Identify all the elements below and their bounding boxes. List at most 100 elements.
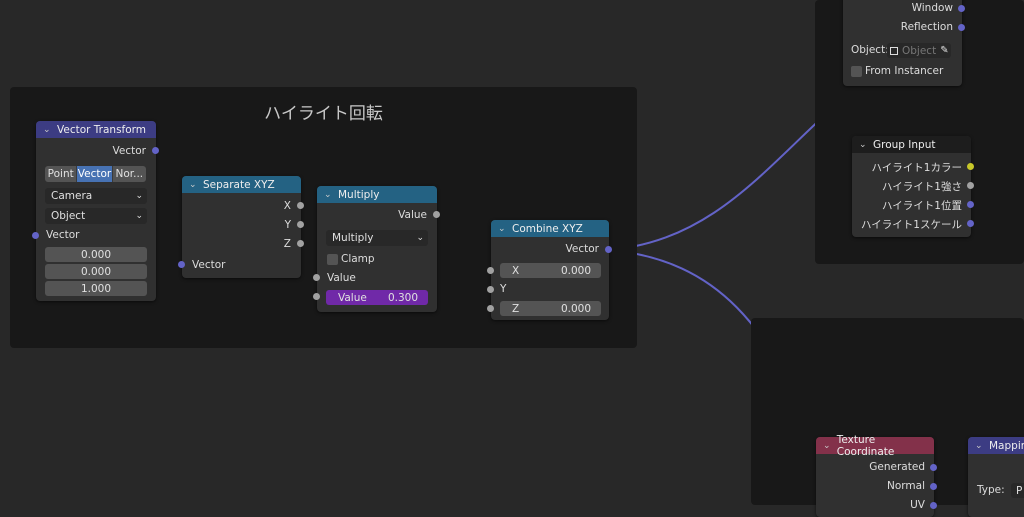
vector-y-field[interactable]: 0.000: [45, 264, 147, 279]
mapping-node[interactable]: ⌄ Mapping Type: P: [968, 437, 1024, 517]
chevron-down-icon[interactable]: ⌄: [859, 140, 869, 150]
chevron-down-icon[interactable]: ⌄: [975, 441, 985, 451]
node-header[interactable]: ⌄ Vector Transform: [36, 121, 156, 138]
mul-output-socket[interactable]: [433, 211, 440, 218]
chevron-down-icon[interactable]: ⌄: [823, 441, 833, 451]
eyedropper-icon[interactable]: ✎: [940, 45, 948, 56]
mul-value-socket[interactable]: [313, 293, 320, 300]
node-title: Multiply: [338, 188, 380, 201]
vt-input-socket[interactable]: [32, 232, 39, 239]
object-icon: [890, 46, 898, 55]
from-instancer-checkbox[interactable]: [851, 66, 862, 77]
gi-strength-socket[interactable]: [967, 182, 974, 189]
sep-y-socket[interactable]: [297, 221, 304, 228]
window-socket[interactable]: [958, 5, 965, 12]
node-header[interactable]: ⌄ Multiply: [317, 186, 437, 203]
output-y-label: Y: [284, 219, 291, 231]
output-generated: Generated: [869, 461, 925, 473]
output-vector-label: Vector: [112, 145, 146, 157]
from-instancer-label: From Instancer: [865, 65, 944, 77]
node-title: Vector Transform: [57, 123, 147, 136]
sep-z-socket[interactable]: [297, 240, 304, 247]
z-field-value: 0.000: [560, 302, 591, 315]
comb-x-socket[interactable]: [487, 267, 494, 274]
object-picker[interactable]: Object ✎: [887, 43, 951, 58]
y-label: Y: [500, 283, 507, 295]
output-vector-label: Vector: [565, 243, 599, 255]
sep-input-socket[interactable]: [178, 261, 185, 268]
group-input-node[interactable]: ⌄ Group Input ハイライト1カラー ハイライト1強さ ハイライト1位…: [852, 136, 971, 237]
object-placeholder: Object: [902, 44, 937, 57]
texture-coordinate-top-node[interactable]: Window Reflection Object: Object ✎ From …: [843, 0, 962, 86]
reflection-label: Reflection: [900, 21, 953, 33]
output-highlight-strength: ハイライト1強さ: [882, 181, 962, 193]
gi-color-socket[interactable]: [967, 163, 974, 170]
chevron-down-icon: ⌄: [416, 233, 424, 243]
operation-value: Multiply: [332, 232, 374, 244]
x-field-label: X: [512, 264, 520, 277]
vector-type-selector[interactable]: Point Vector Nor...: [45, 166, 146, 182]
gi-scale-socket[interactable]: [967, 220, 974, 227]
node-header[interactable]: ⌄ Mapping: [968, 437, 1024, 454]
window-label: Window: [911, 2, 953, 14]
tc-generated-socket[interactable]: [930, 464, 937, 471]
chevron-down-icon[interactable]: ⌄: [43, 125, 53, 135]
type-dropdown[interactable]: P: [1011, 483, 1024, 498]
object-label: Object:: [851, 44, 889, 56]
node-title: Texture Coordinate: [836, 433, 895, 458]
input-vector-label: Vector: [46, 229, 80, 241]
input-vector-label: Vector: [192, 259, 226, 271]
value-field-label: Value: [338, 291, 367, 304]
vector-transform-node[interactable]: ⌄ Vector Transform Vector Point Vector N…: [36, 121, 156, 301]
sep-x-socket[interactable]: [297, 202, 304, 209]
chevron-down-icon: ⌄: [135, 191, 143, 201]
output-value-label: Value: [398, 209, 427, 221]
mode-vector[interactable]: Vector: [77, 166, 113, 182]
x-field[interactable]: X 0.000: [500, 263, 601, 278]
vt-output-socket[interactable]: [152, 147, 159, 154]
output-x-label: X: [283, 200, 291, 212]
texture-coordinate-node[interactable]: ⌄ Texture Coordinate Generated Normal UV: [816, 434, 934, 517]
separate-xyz-node[interactable]: ⌄ Separate XYZ X Y Z Vector: [182, 176, 301, 278]
output-normal: Normal: [887, 480, 925, 492]
convert-to-dropdown[interactable]: Object ⌄: [45, 208, 147, 224]
comb-z-socket[interactable]: [487, 305, 494, 312]
node-header[interactable]: ⌄ Separate XYZ: [182, 176, 301, 193]
mode-normal[interactable]: Nor...: [112, 166, 146, 182]
tc-normal-socket[interactable]: [930, 483, 937, 490]
combine-xyz-node[interactable]: ⌄ Combine XYZ Vector X 0.000 Y Z 0.000: [491, 220, 609, 320]
clamp-checkbox[interactable]: [327, 254, 338, 265]
node-title: Combine XYZ: [512, 222, 583, 235]
node-header[interactable]: ⌄ Combine XYZ: [491, 220, 609, 237]
x-field-value: 0.000: [560, 264, 591, 277]
z-field-label: Z: [512, 302, 520, 315]
mul-input-socket[interactable]: [313, 274, 320, 281]
vector-x-field[interactable]: 0.000: [45, 247, 147, 262]
tc-uv-socket[interactable]: [930, 502, 937, 509]
output-z-label: Z: [283, 238, 291, 250]
node-header[interactable]: ⌄ Texture Coordinate: [816, 434, 934, 458]
vector-z-field[interactable]: 1.000: [45, 281, 147, 296]
node-title: Mapping: [989, 439, 1024, 452]
reflection-socket[interactable]: [958, 24, 965, 31]
mode-point[interactable]: Point: [45, 166, 78, 182]
multiply-node[interactable]: ⌄ Multiply Value Multiply ⌄ Clamp Value …: [317, 186, 437, 312]
chevron-down-icon[interactable]: ⌄: [498, 224, 508, 234]
node-title: Group Input: [873, 138, 936, 151]
operation-dropdown[interactable]: Multiply ⌄: [326, 230, 428, 246]
chevron-down-icon: ⌄: [135, 211, 143, 221]
gi-position-socket[interactable]: [967, 201, 974, 208]
convert-from-dropdown[interactable]: Camera ⌄: [45, 188, 147, 204]
z-field[interactable]: Z 0.000: [500, 301, 601, 316]
chevron-down-icon[interactable]: ⌄: [189, 180, 199, 190]
node-title: Separate XYZ: [203, 178, 275, 191]
node-header[interactable]: ⌄ Group Input: [852, 136, 971, 153]
chevron-down-icon[interactable]: ⌄: [324, 190, 334, 200]
output-highlight-color: ハイライト1カラー: [871, 162, 962, 174]
output-highlight-scale: ハイライト1スケール: [861, 219, 962, 231]
value-field[interactable]: Value 0.300: [326, 290, 428, 305]
comb-y-socket[interactable]: [487, 286, 494, 293]
convert-to-value: Object: [51, 210, 86, 222]
comb-output-socket[interactable]: [605, 246, 612, 253]
output-uv: UV: [910, 499, 925, 511]
